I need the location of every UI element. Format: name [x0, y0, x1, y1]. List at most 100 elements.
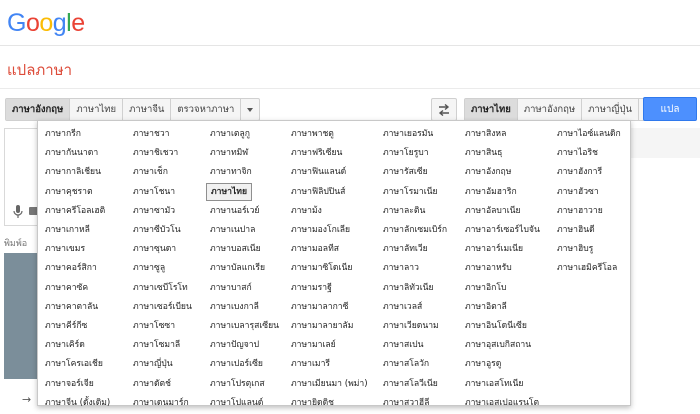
- language-option[interactable]: ภาษาบัลแกเรีย: [210, 259, 265, 277]
- language-option[interactable]: ภาษาอุสเบกิสถาน: [465, 336, 531, 354]
- language-option[interactable]: ภาษาฮาวาย: [557, 202, 603, 220]
- language-option[interactable]: ภาษาอาร์เมเนีย: [465, 240, 523, 258]
- language-option[interactable]: ภาษาเกาหลี: [45, 221, 90, 239]
- language-option[interactable]: ภาษายิดดิช: [291, 394, 334, 412]
- language-option[interactable]: ภาษาฮัวซา: [557, 183, 599, 201]
- language-option[interactable]: ภาษาฮิบรู: [557, 240, 593, 258]
- language-option[interactable]: ภาษาจีน (ดั้งเดิม): [45, 394, 110, 412]
- language-option[interactable]: ภาษาซีบัวโน: [133, 221, 181, 239]
- language-option[interactable]: ภาษาครีโอลเฮติ: [45, 202, 105, 220]
- language-option[interactable]: ภาษาอิตาลี: [465, 298, 507, 316]
- language-option[interactable]: ภาษาโครเอเชีย: [45, 355, 103, 373]
- language-option[interactable]: ภาษาเซอร์เบียน: [133, 298, 192, 316]
- language-option[interactable]: ภาษามราฐี: [291, 279, 332, 297]
- language-option[interactable]: ภาษาลิทัวเนีย: [383, 279, 434, 297]
- language-option[interactable]: ภาษาบาสก์: [210, 279, 252, 297]
- language-option[interactable]: ภาษาพาชตู: [291, 125, 334, 143]
- language-option[interactable]: ภาษาคีร์กีซ: [45, 317, 87, 335]
- language-option[interactable]: ภาษาสินธุ: [465, 144, 502, 162]
- target-tab-japanese[interactable]: ภาษาญี่ปุ่น: [582, 99, 639, 120]
- source-tab-english[interactable]: ภาษาอังกฤษ: [6, 99, 71, 120]
- language-option[interactable]: ภาษาสิงหล: [465, 125, 506, 143]
- language-option[interactable]: ภาษากันนาดา: [45, 144, 98, 162]
- language-option[interactable]: ภาษาสโลวัก: [383, 355, 429, 373]
- language-option[interactable]: ภาษาเขมร: [45, 240, 85, 258]
- language-option[interactable]: ภาษาโยรูบา: [383, 144, 429, 162]
- language-option[interactable]: ภาษากาลิเชียน: [45, 163, 101, 181]
- language-option[interactable]: ภาษาอัมฮาริก: [465, 183, 517, 201]
- language-option[interactable]: ภาษาสเปน: [383, 336, 424, 354]
- swap-languages-button[interactable]: [431, 98, 457, 121]
- language-option[interactable]: ภาษาอูรดู: [465, 355, 501, 373]
- language-option[interactable]: ภาษาอาร์เซอร์ไบจัน: [465, 221, 540, 239]
- language-option[interactable]: ภาษามาลายาลัม: [291, 317, 353, 335]
- microphone-icon[interactable]: [13, 204, 23, 223]
- language-option[interactable]: ภาษาเช็ก: [133, 163, 168, 181]
- language-option[interactable]: ภาษามาเลย์: [291, 336, 336, 354]
- language-option[interactable]: ภาษาเตลูกู: [210, 125, 250, 143]
- language-option[interactable]: ภาษาสโลวีเนีย: [383, 375, 438, 393]
- language-option[interactable]: ภาษาไอซ์แลนดิก: [557, 125, 621, 143]
- language-option[interactable]: ภาษาโซซา: [133, 317, 175, 335]
- language-option[interactable]: ภาษาไทย: [206, 182, 253, 201]
- language-option[interactable]: ภาษาฮังการี: [557, 163, 602, 181]
- source-tab-chinese[interactable]: ภาษาจีน: [123, 99, 172, 120]
- translate-button[interactable]: แปล: [643, 97, 697, 121]
- language-option[interactable]: ภาษาญี่ปุ่น: [133, 355, 173, 373]
- language-option[interactable]: ภาษาเมียนมา (พม่า): [291, 375, 368, 393]
- language-option[interactable]: ภาษาทาจิก: [210, 163, 252, 181]
- language-option[interactable]: ภาษาเอสโทเนีย: [465, 375, 523, 393]
- language-option[interactable]: ภาษาเปอร์เซีย: [210, 355, 263, 373]
- language-option[interactable]: ภาษาบอสเนีย: [210, 240, 261, 258]
- language-option[interactable]: ภาษามาซิโดเนีย: [291, 259, 352, 277]
- language-option[interactable]: ภาษาอินโดนีเซีย: [465, 317, 527, 335]
- language-option[interactable]: ภาษาคาซัค: [45, 279, 88, 297]
- language-option[interactable]: ภาษาลัทเวีย: [383, 240, 428, 258]
- source-tab-detect[interactable]: ตรวจหาภาษา: [171, 99, 242, 120]
- language-option[interactable]: ภาษานอร์เวย์: [210, 202, 259, 220]
- language-option[interactable]: ภาษามาลากาซี: [291, 298, 348, 316]
- language-option[interactable]: ภาษาดัตช์: [133, 375, 171, 393]
- language-option[interactable]: ภาษาปัญจาป: [210, 336, 259, 354]
- language-option[interactable]: ภาษาอิกโบ: [465, 279, 506, 297]
- language-option[interactable]: ภาษาคอร์สิกา: [45, 259, 97, 277]
- source-tab-thai[interactable]: ภาษาไทย: [70, 99, 124, 120]
- target-tab-english[interactable]: ภาษาอังกฤษ: [518, 99, 583, 120]
- language-option[interactable]: ภาษาฮินดี: [557, 221, 595, 239]
- language-option[interactable]: ภาษาฟิลิปปินส์: [291, 183, 345, 201]
- language-option[interactable]: ภาษาอังกฤษ: [465, 163, 511, 181]
- language-option[interactable]: ภาษาโชนา: [133, 183, 175, 201]
- language-option[interactable]: ภาษาม้ง: [291, 202, 322, 220]
- language-option[interactable]: ภาษาซุนดา: [133, 240, 176, 258]
- language-option[interactable]: ภาษาฟินแลนด์: [291, 163, 346, 181]
- language-option[interactable]: ภาษาเดนมาร์ก: [133, 394, 189, 412]
- language-option[interactable]: ภาษาเอสเปอแรนโต: [465, 394, 539, 412]
- language-option[interactable]: ภาษารัสเซีย: [383, 163, 428, 181]
- language-option[interactable]: ภาษาเยอรมัน: [383, 125, 433, 143]
- language-option[interactable]: ภาษาคุชราต: [45, 183, 93, 201]
- language-option[interactable]: ภาษาฟริเซียน: [291, 144, 342, 162]
- language-option[interactable]: ภาษาโปแลนด์: [210, 394, 263, 412]
- language-option[interactable]: ภาษาเคิร์ด: [45, 336, 85, 354]
- language-option[interactable]: ภาษาเฮมิครีโอล: [557, 259, 617, 277]
- language-option[interactable]: ภาษามองโกเลีย: [291, 221, 350, 239]
- language-option[interactable]: ภาษาไอริช: [557, 144, 598, 162]
- language-option[interactable]: ภาษาชิเชวา: [133, 144, 178, 162]
- language-option[interactable]: ภาษาทมิฬ: [210, 144, 248, 162]
- language-option[interactable]: ภาษาลาว: [383, 259, 419, 277]
- language-option[interactable]: ภาษามอลทีส: [291, 240, 339, 258]
- language-option[interactable]: ภาษาโรมาเนีย: [383, 183, 438, 201]
- source-language-dropdown-button[interactable]: [241, 99, 259, 120]
- language-option[interactable]: ภาษาเมารี: [291, 355, 330, 373]
- language-option[interactable]: ภาษาโปรตุเกส: [210, 375, 265, 393]
- language-option[interactable]: ภาษาเซบีโรโท: [133, 279, 188, 297]
- language-option[interactable]: ภาษาคาตาลัน: [45, 298, 98, 316]
- language-option[interactable]: ภาษาละติน: [383, 202, 425, 220]
- language-option[interactable]: ภาษาเบลารุสเซียน: [210, 317, 279, 335]
- language-option[interactable]: ภาษากรีก: [45, 125, 81, 143]
- language-option[interactable]: ภาษาลักเซมเบิร์ก: [383, 221, 447, 239]
- language-option[interactable]: ภาษาชวา: [133, 125, 169, 143]
- language-option[interactable]: ภาษาจอร์เจีย: [45, 375, 94, 393]
- language-option[interactable]: ภาษาสวาฮีลี: [383, 394, 429, 412]
- language-option[interactable]: ภาษาเบงกาลี: [210, 298, 259, 316]
